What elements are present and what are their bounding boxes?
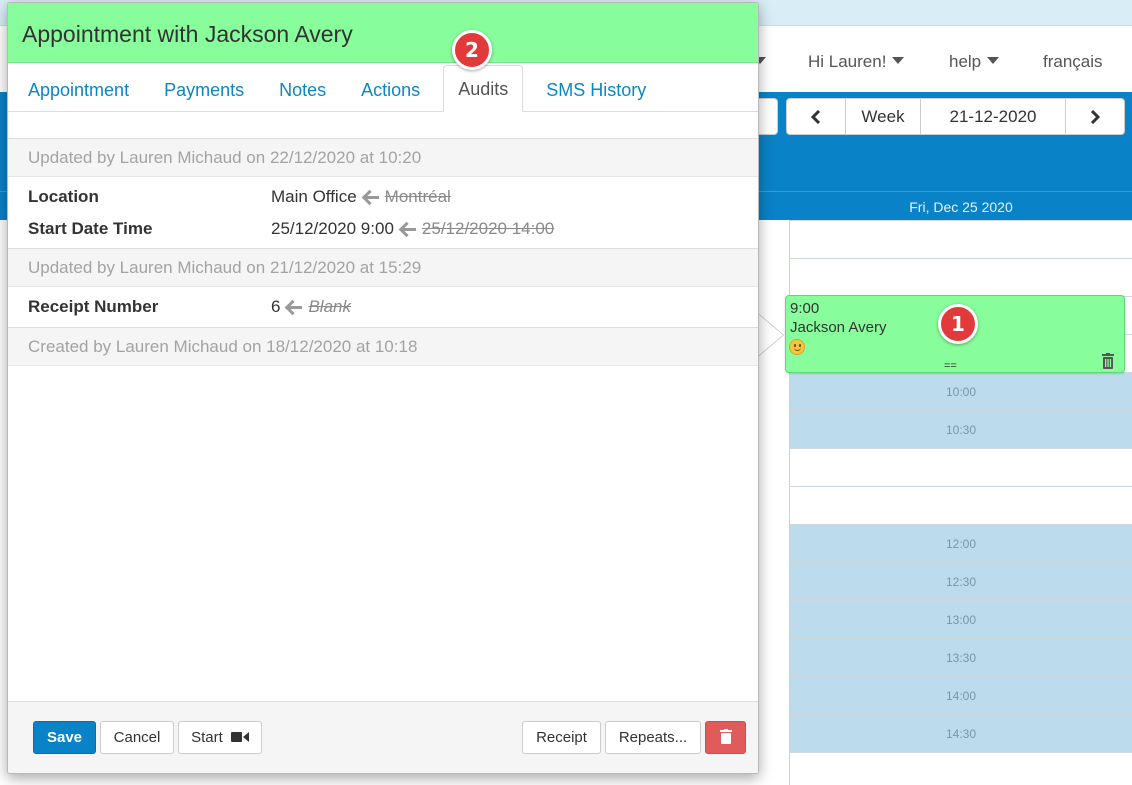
help-menu[interactable]: help bbox=[949, 52, 1000, 72]
change-old-value: 25/12/2020 14:00 bbox=[421, 219, 555, 238]
time-slot[interactable] bbox=[790, 220, 1132, 258]
time-slot[interactable]: 10:30 bbox=[790, 410, 1132, 448]
repeats-button[interactable]: Repeats... bbox=[605, 721, 701, 754]
time-slot[interactable]: 12:30 bbox=[790, 562, 1132, 600]
change-field: Receipt Number bbox=[28, 297, 159, 316]
audit-entry-header: Updated by Lauren Michaud on 21/12/2020 … bbox=[8, 248, 758, 287]
audit-change-row: Start Date Time 25/12/2020 9:00 25/12/20… bbox=[28, 213, 758, 245]
start-video-button[interactable]: Start bbox=[178, 721, 262, 754]
time-slot[interactable]: 10:00 bbox=[790, 372, 1132, 410]
time-slot[interactable]: 14:30 bbox=[790, 714, 1132, 752]
time-slot[interactable]: 12:00 bbox=[790, 524, 1132, 562]
time-slot[interactable] bbox=[790, 752, 1132, 785]
caret-down-icon bbox=[892, 57, 905, 64]
time-slot[interactable] bbox=[790, 486, 1132, 524]
delete-button[interactable] bbox=[705, 721, 746, 754]
arrow-left-icon bbox=[363, 191, 379, 203]
audit-entry-header: Created by Lauren Michaud on 18/12/2020 … bbox=[8, 327, 758, 366]
arrow-left-icon bbox=[286, 301, 303, 313]
appointment-modal: Appointment with Jackson Avery Appointme… bbox=[7, 2, 759, 774]
help-label: help bbox=[949, 52, 982, 71]
audit-log: Updated by Lauren Michaud on 22/12/2020 … bbox=[8, 138, 758, 366]
save-button[interactable]: Save bbox=[33, 721, 96, 754]
date-picker[interactable]: 21-12-2020 bbox=[921, 99, 1066, 134]
trash-icon bbox=[719, 729, 732, 744]
audit-change-row: Location Main Office Montréal bbox=[28, 181, 758, 213]
change-field: Start Date Time bbox=[28, 219, 153, 238]
change-new-value: 25/12/2020 9:00 bbox=[271, 219, 394, 238]
chevron-right-icon bbox=[1090, 109, 1101, 124]
user-menu[interactable]: Hi Lauren! bbox=[808, 52, 905, 72]
receipt-button[interactable]: Receipt bbox=[522, 721, 601, 754]
language-link[interactable]: français bbox=[1043, 52, 1103, 72]
time-slot[interactable]: 14:00 bbox=[790, 676, 1132, 714]
audit-entry-header: Updated by Lauren Michaud on 22/12/2020 … bbox=[8, 138, 758, 177]
arrow-left-icon bbox=[400, 223, 416, 235]
tab-sms-history[interactable]: SMS History bbox=[534, 69, 658, 111]
smiley-icon bbox=[789, 339, 805, 355]
callout-badge-2: 2 bbox=[452, 30, 492, 70]
callout-badge-1: 1 bbox=[938, 304, 978, 344]
audit-entry-changes: Location Main Office Montréal Start Date… bbox=[8, 177, 758, 248]
audit-change-row: Receipt Number 6 Blank bbox=[28, 291, 758, 323]
change-new-value: 6 bbox=[271, 297, 281, 316]
time-slot[interactable]: 13:30 bbox=[790, 638, 1132, 676]
caret-down-icon bbox=[987, 57, 1000, 64]
start-label: Start bbox=[191, 729, 223, 746]
tab-appointment[interactable]: Appointment bbox=[16, 69, 141, 111]
time-slot[interactable] bbox=[790, 448, 1132, 486]
tab-actions[interactable]: Actions bbox=[349, 69, 432, 111]
day-header-label: Fri, Dec 25 2020 bbox=[909, 199, 1013, 215]
prev-week-button[interactable] bbox=[787, 99, 846, 134]
trash-icon[interactable] bbox=[1102, 353, 1114, 369]
popover-pointer bbox=[757, 313, 783, 357]
resize-handle[interactable]: == bbox=[944, 360, 957, 372]
tab-payments[interactable]: Payments bbox=[152, 69, 256, 111]
modal-title: Appointment with Jackson Avery bbox=[8, 3, 758, 63]
video-camera-icon bbox=[230, 732, 249, 742]
change-old-value: Blank bbox=[308, 297, 351, 316]
user-greeting: Hi Lauren! bbox=[808, 52, 887, 71]
modal-tabs: Appointment Payments Notes Actions Audit… bbox=[8, 63, 758, 112]
tab-notes[interactable]: Notes bbox=[267, 69, 338, 111]
time-slot[interactable]: 13:00 bbox=[790, 600, 1132, 638]
change-new-value: Main Office bbox=[271, 187, 357, 206]
chevron-left-icon bbox=[810, 109, 821, 124]
cancel-button[interactable]: Cancel bbox=[100, 721, 174, 754]
time-slot[interactable] bbox=[790, 258, 1132, 296]
change-old-value: Montréal bbox=[384, 187, 451, 206]
date-navigation: Week 21-12-2020 bbox=[786, 98, 1125, 135]
next-week-button[interactable] bbox=[1066, 99, 1124, 134]
audit-entry-changes: Receipt Number 6 Blank bbox=[8, 287, 758, 327]
view-selector[interactable]: Week bbox=[846, 99, 921, 134]
change-field: Location bbox=[28, 187, 99, 206]
tab-audits[interactable]: Audits bbox=[443, 65, 524, 112]
modal-footer: Save Cancel Start Receipt Repeats... bbox=[8, 701, 758, 773]
